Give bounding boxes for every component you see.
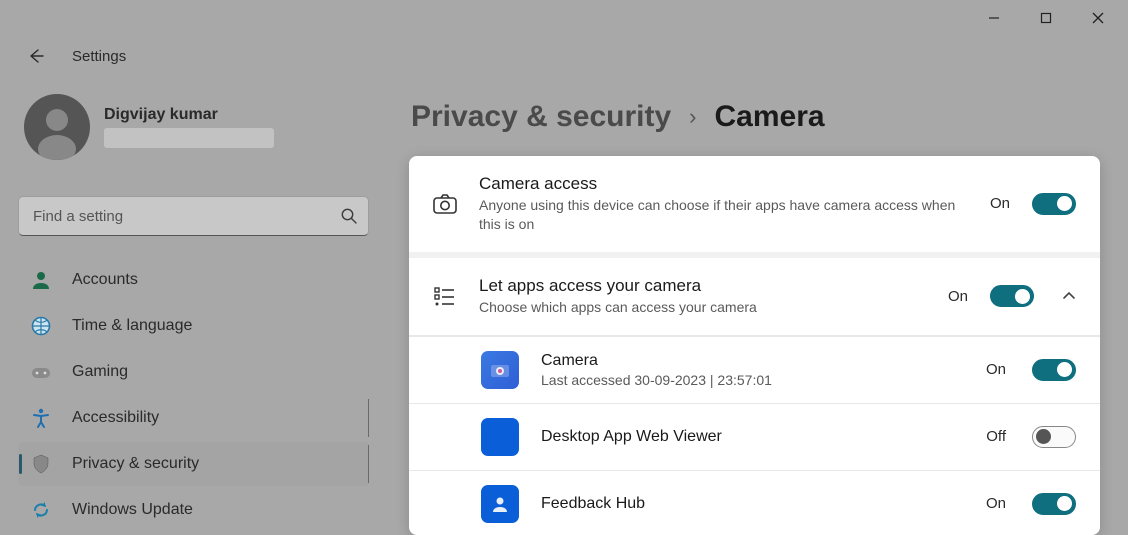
- sidebar-item-label: Accessibility: [72, 409, 159, 427]
- app-meta: Last accessed 30-09-2023 | 23:57:01: [541, 372, 964, 388]
- chevron-right-icon: ›: [689, 104, 696, 130]
- sidebar-item-accounts[interactable]: Accounts: [18, 258, 369, 302]
- toggle-state-label: On: [986, 361, 1006, 378]
- sidebar-item-label: Gaming: [72, 363, 128, 381]
- row-camera-access: Camera access Anyone using this device c…: [409, 156, 1100, 258]
- back-arrow-icon: [27, 47, 45, 65]
- header: Settings: [0, 36, 1128, 76]
- person-icon: [30, 269, 52, 291]
- sidebar-item-privacy-security[interactable]: Privacy & security: [18, 442, 369, 486]
- user-name: Digvijay kumar: [104, 106, 274, 124]
- app-row-desktop-web-viewer: Desktop App Web Viewer Off: [409, 403, 1100, 470]
- app-name: Camera: [541, 352, 964, 370]
- sidebar-item-label: Privacy & security: [72, 455, 199, 473]
- toggle-state-label: On: [948, 288, 968, 305]
- sidebar-item-time-language[interactable]: Time & language: [18, 304, 369, 348]
- nav-divider: [368, 445, 369, 483]
- row-title: Camera access: [479, 174, 972, 194]
- globe-clock-icon: [30, 315, 52, 337]
- app-row-camera: Camera Last accessed 30-09-2023 | 23:57:…: [409, 336, 1100, 403]
- user-email-redacted: [104, 128, 274, 148]
- app-name: Feedback Hub: [541, 495, 964, 513]
- nav: Accounts Time & language Gaming Accessib…: [18, 258, 369, 532]
- search-box[interactable]: [18, 196, 369, 236]
- breadcrumb-current: Camera: [714, 100, 824, 134]
- search-icon: [340, 207, 358, 225]
- nav-divider: [368, 399, 369, 437]
- desktop-web-viewer-icon: [481, 418, 519, 456]
- row-texts: Camera access Anyone using this device c…: [479, 174, 972, 234]
- accessibility-icon: [30, 407, 52, 429]
- toggle-state-label: On: [990, 195, 1010, 212]
- breadcrumb: Privacy & security › Camera: [409, 100, 1100, 134]
- app-title: Settings: [72, 48, 126, 65]
- sidebar-item-gaming[interactable]: Gaming: [18, 350, 369, 394]
- toggle-camera-access[interactable]: [1032, 193, 1076, 215]
- maximize-icon: [1040, 12, 1052, 24]
- settings-window: Settings Digvijay kumar: [0, 0, 1128, 535]
- row-texts: Let apps access your camera Choose which…: [479, 276, 930, 317]
- app-texts: Camera Last accessed 30-09-2023 | 23:57:…: [541, 352, 964, 388]
- row-subtitle: Anyone using this device can choose if t…: [479, 196, 972, 234]
- titlebar: [0, 0, 1128, 36]
- camera-app-icon: [481, 351, 519, 389]
- sidebar: Digvijay kumar Accounts Time & language: [0, 76, 385, 535]
- body: Digvijay kumar Accounts Time & language: [0, 76, 1128, 535]
- close-icon: [1092, 12, 1104, 24]
- chevron-up-icon[interactable]: [1062, 289, 1076, 303]
- sidebar-item-label: Windows Update: [72, 501, 193, 519]
- sidebar-item-label: Time & language: [72, 317, 192, 335]
- search-input[interactable]: [33, 208, 340, 225]
- main: Privacy & security › Camera Camera acces…: [385, 76, 1128, 535]
- row-let-apps-access[interactable]: Let apps access your camera Choose which…: [409, 258, 1100, 336]
- avatar: [24, 94, 90, 160]
- minimize-button[interactable]: [972, 3, 1016, 33]
- user-profile[interactable]: Digvijay kumar: [18, 90, 369, 170]
- feedback-hub-icon: [481, 485, 519, 523]
- sidebar-item-windows-update[interactable]: Windows Update: [18, 488, 369, 532]
- toggle-state-label: Off: [986, 428, 1006, 445]
- app-list: Camera Last accessed 30-09-2023 | 23:57:…: [409, 336, 1100, 535]
- toggle-app-desktop-web-viewer[interactable]: [1032, 426, 1076, 448]
- camera-icon: [429, 191, 461, 217]
- shield-icon: [30, 453, 52, 475]
- toggle-app-camera[interactable]: [1032, 359, 1076, 381]
- row-title: Let apps access your camera: [479, 276, 930, 296]
- app-row-feedback-hub: Feedback Hub On: [409, 470, 1100, 535]
- sidebar-item-label: Accounts: [72, 271, 138, 289]
- toggle-state-label: On: [986, 495, 1006, 512]
- row-subtitle: Choose which apps can access your camera: [479, 298, 930, 317]
- app-texts: Desktop App Web Viewer: [541, 428, 964, 446]
- settings-panel: Camera access Anyone using this device c…: [409, 156, 1100, 535]
- toggle-app-feedback-hub[interactable]: [1032, 493, 1076, 515]
- update-icon: [30, 499, 52, 521]
- close-button[interactable]: [1076, 3, 1120, 33]
- breadcrumb-parent[interactable]: Privacy & security: [411, 100, 671, 134]
- user-info: Digvijay kumar: [104, 106, 274, 148]
- gaming-icon: [30, 361, 52, 383]
- back-button[interactable]: [20, 40, 52, 72]
- minimize-icon: [988, 12, 1000, 24]
- app-texts: Feedback Hub: [541, 495, 964, 513]
- app-name: Desktop App Web Viewer: [541, 428, 964, 446]
- toggle-let-apps[interactable]: [990, 285, 1034, 307]
- list-icon: [429, 284, 461, 308]
- sidebar-item-accessibility[interactable]: Accessibility: [18, 396, 369, 440]
- maximize-button[interactable]: [1024, 3, 1068, 33]
